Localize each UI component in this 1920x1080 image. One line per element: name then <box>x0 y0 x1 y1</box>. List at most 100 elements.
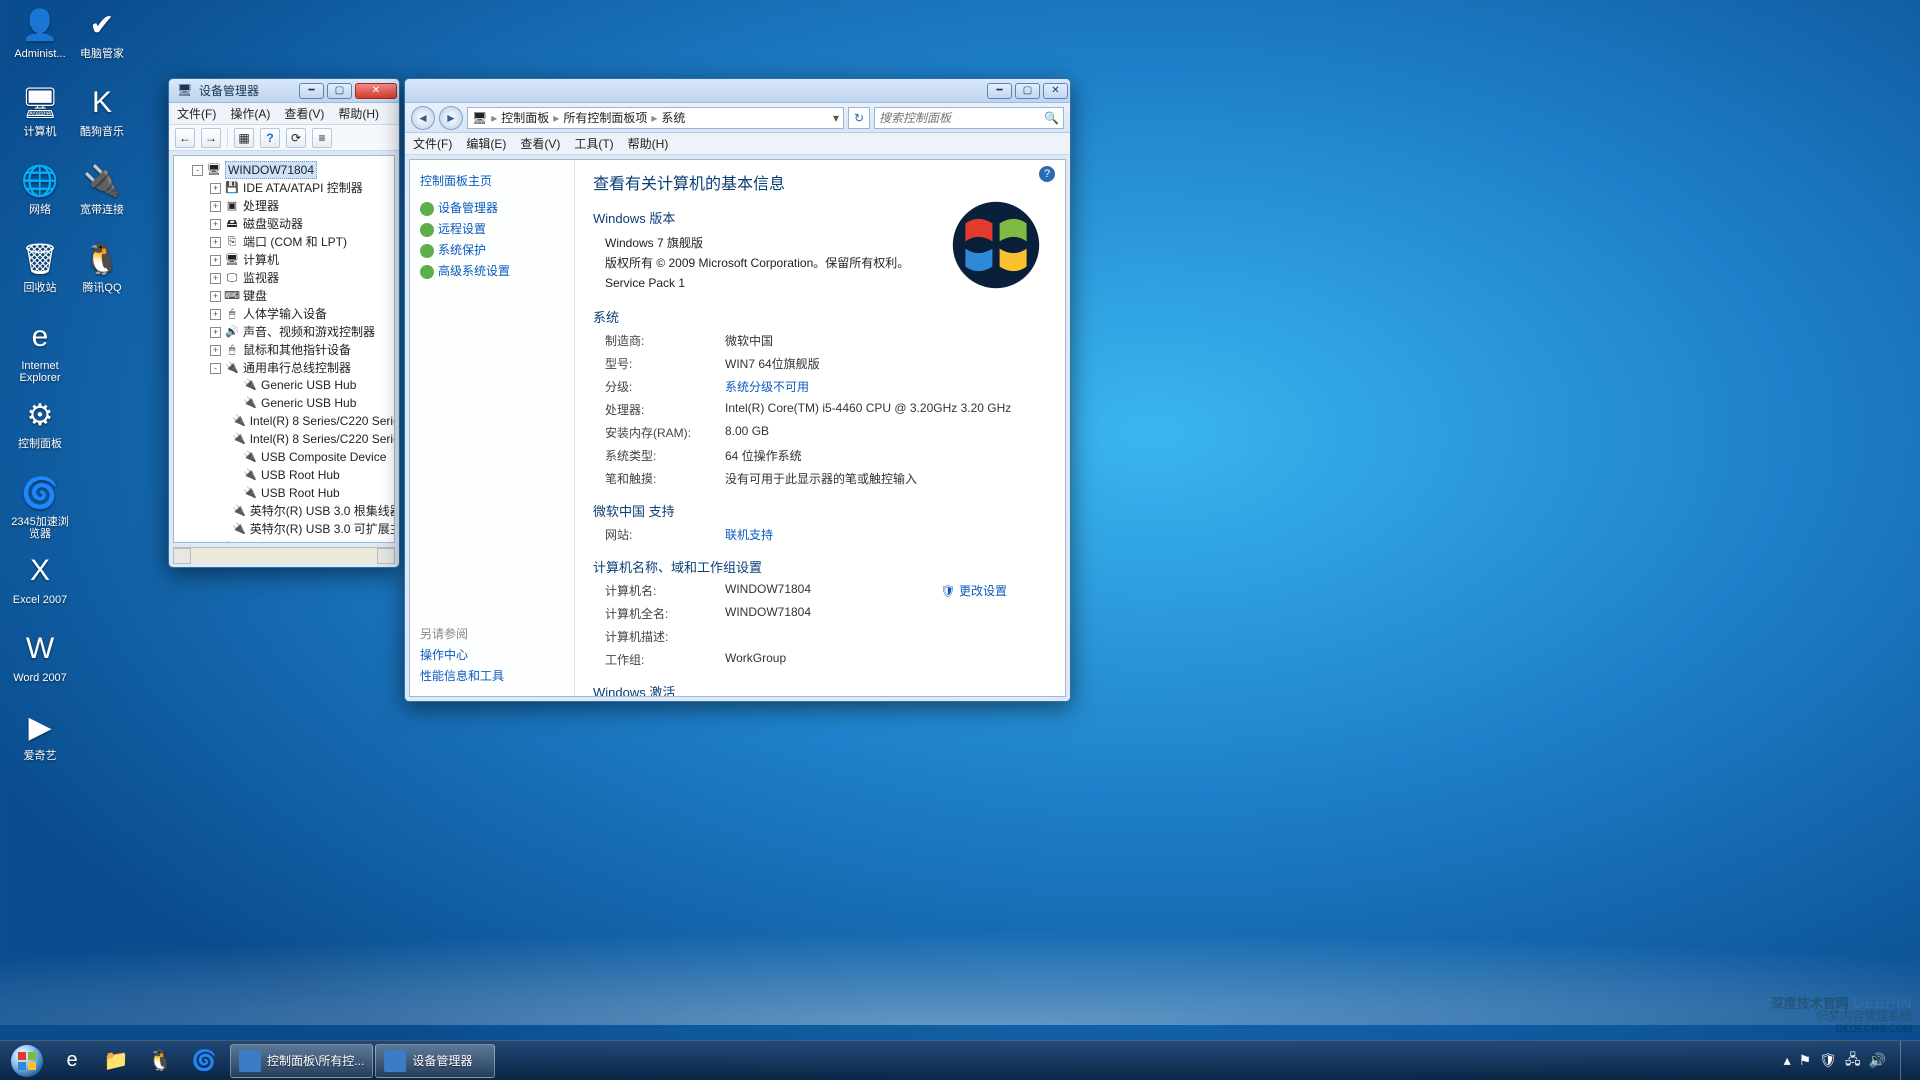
tree-node-label[interactable]: IDE ATA/ATAPI 控制器 <box>243 180 363 196</box>
tree-node-label[interactable]: 磁盘驱动器 <box>243 216 303 232</box>
tree-node-label[interactable]: 鼠标和其他指针设备 <box>243 342 351 358</box>
tree-node-label[interactable]: 人体学输入设备 <box>243 306 327 322</box>
desktop-icon-admin[interactable]: 👤Administ... <box>10 4 70 80</box>
online-support-link[interactable]: 联机支持 <box>725 526 1047 543</box>
pinned-app[interactable]: e <box>50 1044 94 1078</box>
maximize-button[interactable]: ▢ <box>1015 83 1040 99</box>
desktop-icon-ie[interactable]: eInternet Explorer <box>10 316 70 392</box>
desktop-icon-iqiyi[interactable]: ▶爱奇艺 <box>10 706 70 782</box>
breadcrumb-item[interactable]: 所有控制面板项 <box>563 109 647 126</box>
desktop-icon-word[interactable]: WWord 2007 <box>10 628 70 704</box>
start-button[interactable] <box>6 1044 48 1078</box>
tree-leaf-label[interactable]: Intel(R) 8 Series/C220 Series USB EH <box>250 413 395 429</box>
expand-toggle[interactable]: + <box>210 309 221 320</box>
sys-titlebar[interactable]: ━ ▢ ✕ <box>405 79 1070 103</box>
tree-leaf-label[interactable]: Intel(R) 8 Series/C220 Series USB EH <box>250 431 395 447</box>
dm-tree-container[interactable]: -🖥WINDOW71804+💾IDE ATA/ATAPI 控制器+▣处理器+🖴磁… <box>173 155 395 543</box>
menu-item[interactable]: 操作(A) <box>230 105 270 122</box>
show-hidden-button[interactable]: ▦ <box>234 128 254 148</box>
tray-volume-icon[interactable]: 🔊 <box>1869 1052 1886 1069</box>
desktop-icon-excel[interactable]: XExcel 2007 <box>10 550 70 626</box>
expand-toggle[interactable]: + <box>210 219 221 230</box>
scan-button[interactable]: ⟳ <box>286 128 306 148</box>
menu-item[interactable]: 帮助(H) <box>628 135 669 152</box>
tree-node-label[interactable]: 网络适配器 <box>243 540 303 543</box>
tree-node-label[interactable]: 端口 (COM 和 LPT) <box>243 234 347 250</box>
property-value[interactable]: 系统分级不可用 <box>725 378 1047 395</box>
tree-leaf-label[interactable]: 英特尔(R) USB 3.0 根集线器 <box>250 503 395 519</box>
expand-toggle[interactable]: + <box>210 201 221 212</box>
expand-toggle[interactable]: + <box>210 183 221 194</box>
tree-node-label[interactable]: 监视器 <box>243 270 279 286</box>
menu-item[interactable]: 文件(F) <box>177 105 216 122</box>
change-settings-link[interactable]: 🛡 更改设置 <box>940 582 1007 599</box>
tree-node-label[interactable]: 声音、视频和游戏控制器 <box>243 324 375 340</box>
see-also-link[interactable]: 性能信息和工具 <box>420 667 564 684</box>
tray-network-icon[interactable]: 🖧 <box>1845 1049 1861 1073</box>
tree-root-label[interactable]: WINDOW71804 <box>225 161 317 179</box>
search-input[interactable] <box>879 111 1044 125</box>
see-also-link[interactable]: 操作中心 <box>420 646 564 663</box>
menu-item[interactable]: 查看(V) <box>284 105 324 122</box>
help-button[interactable]: ? <box>260 128 280 148</box>
desktop-icon-recycle[interactable]: 🗑回收站 <box>10 238 70 314</box>
menu-item[interactable]: 查看(V) <box>520 135 560 152</box>
expand-toggle[interactable]: - <box>192 165 203 176</box>
expand-toggle[interactable]: + <box>210 345 221 356</box>
pinned-app[interactable]: 📁 <box>94 1044 138 1078</box>
help-icon[interactable]: ? <box>1039 166 1055 182</box>
nav-back-button[interactable]: ◄ <box>411 106 435 130</box>
desktop-icon-broadband[interactable]: 🔌宽带连接 <box>72 160 132 236</box>
address-bar[interactable]: 🖥 ▸ 控制面板 ▸ 所有控制面板项 ▸ 系统 ▾ <box>467 107 844 129</box>
menu-item[interactable]: 工具(T) <box>574 135 613 152</box>
tree-leaf-label[interactable]: Generic USB Hub <box>261 377 356 393</box>
tree-leaf-label[interactable]: USB Root Hub <box>261 485 340 501</box>
desktop-icon-network[interactable]: 🌐网络 <box>10 160 70 236</box>
sidebar-link[interactable]: 系统保护 <box>420 241 564 258</box>
breadcrumb-item[interactable]: 系统 <box>661 109 685 126</box>
tree-leaf-label[interactable]: USB Root Hub <box>261 467 340 483</box>
desktop-icon-ctrlpanel[interactable]: ⚙控制面板 <box>10 394 70 470</box>
tray-expand-icon[interactable]: ▴ <box>1784 1052 1791 1069</box>
tray-shield-icon[interactable]: 🛡 <box>1819 1052 1837 1069</box>
desktop-icon-qq[interactable]: 🐧腾讯QQ <box>72 238 132 314</box>
address-dropdown-icon[interactable]: ▾ <box>833 111 839 125</box>
pinned-app[interactable]: 🌀 <box>182 1044 226 1078</box>
control-panel-home-link[interactable]: 控制面板主页 <box>420 172 564 189</box>
expand-toggle[interactable]: + <box>210 237 221 248</box>
desktop-icon-pcmgr[interactable]: ✔电脑管家 <box>72 4 132 80</box>
expand-toggle[interactable]: + <box>210 327 221 338</box>
forward-button[interactable]: → <box>201 128 221 148</box>
tree-node-label[interactable]: 键盘 <box>243 288 267 304</box>
taskbar-task[interactable]: 控制面板\所有控... <box>230 1044 373 1078</box>
expand-toggle[interactable]: + <box>210 291 221 302</box>
tree-node-label[interactable]: 处理器 <box>243 198 279 214</box>
dm-titlebar[interactable]: 🖥 设备管理器 ━ ▢ ✕ <box>169 79 399 103</box>
tree-leaf-label[interactable]: USB Composite Device <box>261 449 386 465</box>
nav-forward-button[interactable]: ► <box>439 106 463 130</box>
minimize-button[interactable]: ━ <box>987 83 1012 99</box>
back-button[interactable]: ← <box>175 128 195 148</box>
maximize-button[interactable]: ▢ <box>327 83 352 99</box>
tree-leaf-label[interactable]: Generic USB Hub <box>261 395 356 411</box>
expand-toggle[interactable]: + <box>210 543 221 544</box>
menu-item[interactable]: 编辑(E) <box>466 135 506 152</box>
pinned-app[interactable]: 🐧 <box>138 1044 182 1078</box>
expand-toggle[interactable]: + <box>210 255 221 266</box>
close-button[interactable]: ✕ <box>355 83 397 99</box>
desktop-icon-2345[interactable]: 🌀2345加速浏览器 <box>10 472 70 548</box>
properties-button[interactable]: ≡ <box>312 128 332 148</box>
expand-toggle[interactable]: + <box>210 273 221 284</box>
tree-node-label[interactable]: 通用串行总线控制器 <box>243 360 351 376</box>
breadcrumb-item[interactable]: 控制面板 <box>501 109 549 126</box>
refresh-button[interactable]: ↻ <box>848 107 870 129</box>
desktop-icon-computer[interactable]: 🖥计算机 <box>10 82 70 158</box>
taskbar-task[interactable]: 设备管理器 <box>375 1044 495 1078</box>
desktop-icon-kugou[interactable]: K酷狗音乐 <box>72 82 132 158</box>
search-box[interactable]: 🔍 <box>874 107 1064 129</box>
tray-flag-icon[interactable]: ⚑ <box>1799 1052 1812 1069</box>
minimize-button[interactable]: ━ <box>299 83 324 99</box>
tree-node-label[interactable]: 计算机 <box>243 252 279 268</box>
tree-leaf-label[interactable]: 英特尔(R) USB 3.0 可扩展主机控制器 <box>250 521 395 537</box>
sidebar-link[interactable]: 设备管理器 <box>420 199 564 216</box>
